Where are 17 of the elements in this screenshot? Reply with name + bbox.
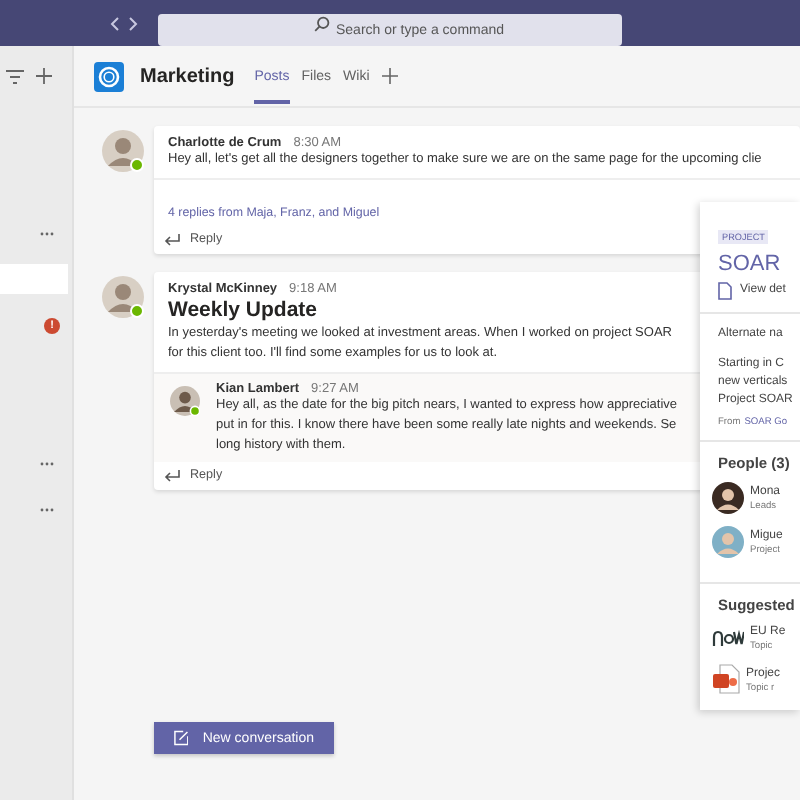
add-tab-icon[interactable] [381,68,398,84]
message-subject: Weekly Update [168,298,319,322]
presentation-file-icon [712,664,740,694]
team-logo-icon [94,61,124,91]
add-icon[interactable] [36,68,52,84]
compose-icon [174,730,189,746]
avatar [712,482,744,514]
project-title: SOAR [718,250,783,278]
reply-icon [164,469,180,481]
service-logo-icon [712,628,744,648]
back-forward-icon[interactable] [110,15,138,31]
filter-icon[interactable] [6,69,24,83]
team-name: Marketing [140,65,235,87]
search-icon [314,15,330,31]
document-icon [718,282,732,300]
avatar [712,526,744,558]
reply-icon [164,233,180,245]
